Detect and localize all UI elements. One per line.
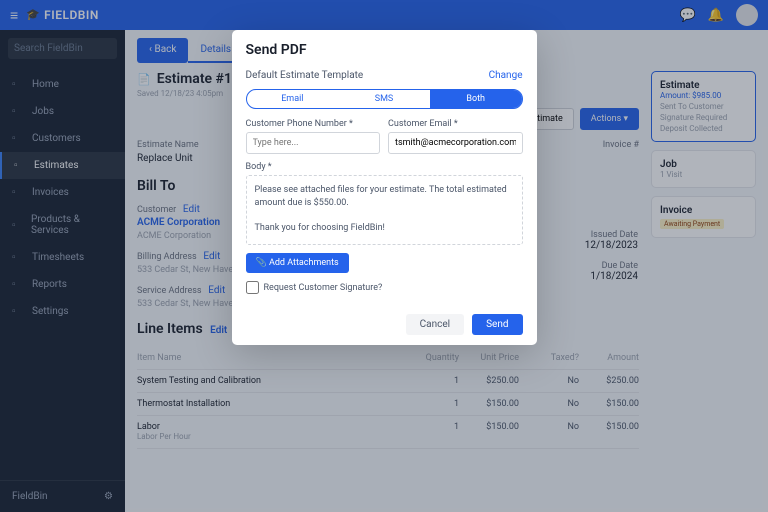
cancel-button[interactable]: Cancel — [406, 314, 464, 335]
signature-checkbox[interactable]: Request Customer Signature? — [246, 281, 523, 294]
seg-sms[interactable]: SMS — [338, 90, 430, 108]
seg-email[interactable]: Email — [247, 90, 339, 108]
template-change[interactable]: Change — [489, 70, 523, 81]
seg-both[interactable]: Both — [430, 90, 522, 108]
paperclip-icon: 📎 — [256, 258, 267, 268]
send-pdf-modal: Send PDF Default Estimate Template Chang… — [232, 30, 537, 345]
email-input[interactable] — [388, 132, 523, 154]
email-label: Customer Email * — [388, 119, 523, 129]
modal-title: Send PDF — [232, 30, 537, 70]
phone-input[interactable] — [246, 132, 381, 154]
body-textarea[interactable]: Please see attached files for your estim… — [246, 175, 523, 245]
send-mode-segment: EmailSMSBoth — [246, 89, 523, 109]
modal-overlay[interactable]: Send PDF Default Estimate Template Chang… — [0, 0, 768, 512]
send-button[interactable]: Send — [472, 314, 522, 335]
body-label: Body * — [246, 162, 523, 172]
template-name: Default Estimate Template — [246, 70, 364, 81]
phone-label: Customer Phone Number * — [246, 119, 381, 129]
add-attachments-button[interactable]: 📎 Add Attachments — [246, 253, 349, 273]
